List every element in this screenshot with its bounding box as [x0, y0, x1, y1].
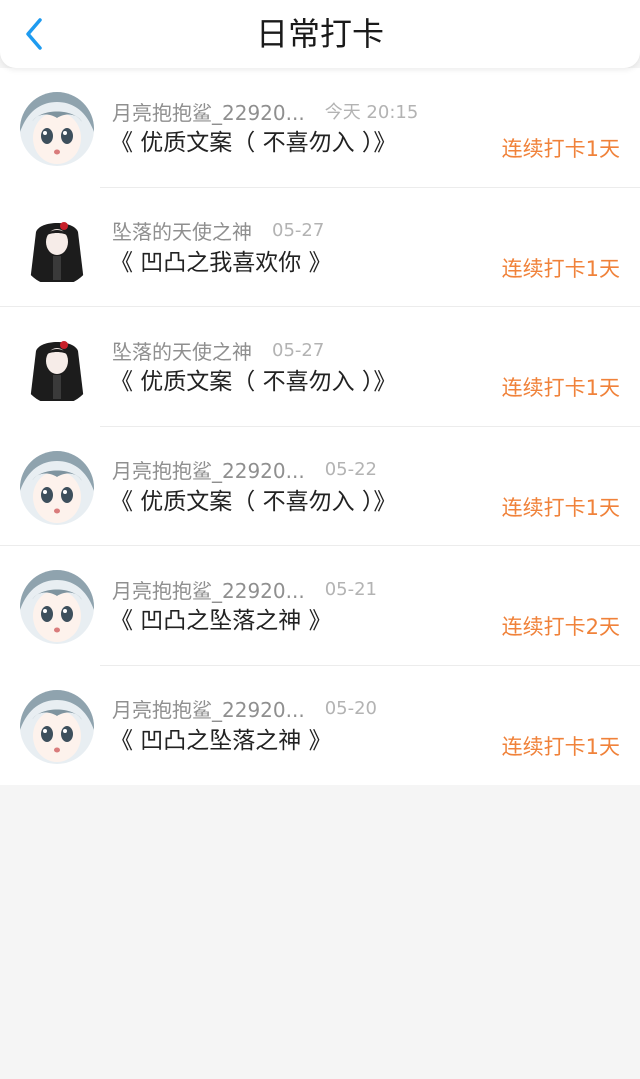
entry-meta: 月亮抱抱鲨_22920... 05-20 [112, 696, 377, 722]
anime-girl-blue-hair-avatar [20, 570, 94, 644]
post-title[interactable]: 《 凹凸之坠落之神 》 [110, 726, 332, 756]
anime-girl-blue-hair-avatar [20, 689, 94, 764]
timestamp: 05-21 [324, 578, 378, 600]
username[interactable]: 月亮抱抱鲨_22920... [112, 455, 305, 484]
avatar[interactable] [20, 450, 94, 525]
username[interactable]: 月亮抱抱鲨_22920... [112, 694, 305, 723]
timestamp: 05-20 [324, 698, 378, 719]
avatar[interactable] [20, 211, 94, 286]
list-item[interactable]: 月亮抱抱鲨_22920... 05-20 《 凹凸之坠落之神 》 连续打卡1天 [0, 666, 640, 786]
streak-label: 连续打卡1天 [501, 376, 620, 400]
page-title: 日常打卡 [255, 15, 384, 53]
entry-meta: 坠落的天使之神 05-27 [112, 218, 324, 244]
post-title[interactable]: 《 优质文案（ 不喜勿入 ）》 [110, 367, 396, 397]
entry-meta: 坠落的天使之神 05-27 [112, 336, 325, 365]
streak-label: 连续打卡1天 [501, 137, 620, 161]
anime-girl-black-hair-avatar [20, 211, 94, 286]
streak-label: 连续打卡1天 [501, 495, 620, 520]
streak-label: 连续打卡1天 [501, 256, 620, 281]
anime-girl-black-hair-avatar [20, 331, 94, 405]
post-title[interactable]: 《 凹凸之我喜欢你 》 [110, 248, 332, 278]
anime-girl-blue-hair-avatar [20, 92, 94, 166]
timestamp: 今天 20:15 [324, 102, 419, 123]
entry-meta: 月亮抱抱鲨_22920... 05-21 [112, 575, 378, 604]
checkin-list: 月亮抱抱鲨_22920... 今天 20:15 《 优质文案（ 不喜勿入 ）》 … [0, 68, 640, 785]
avatar[interactable] [20, 689, 94, 764]
entry-meta: 月亮抱抱鲨_22920... 今天 20:15 [112, 97, 419, 126]
streak-label: 连续打卡2天 [501, 615, 620, 639]
post-title[interactable]: 《 凹凸之坠落之神 》 [110, 606, 332, 636]
streak-label: 连续打卡1天 [501, 734, 620, 759]
anime-girl-blue-hair-avatar [20, 450, 94, 525]
entry-meta: 月亮抱抱鲨_22920... 05-22 [112, 457, 377, 483]
username[interactable]: 月亮抱抱鲨_22920... [112, 97, 305, 126]
list-item[interactable]: 月亮抱抱鲨_22920... 05-21 《 凹凸之坠落之神 》 连续打卡2天 [0, 546, 640, 666]
post-title[interactable]: 《 优质文案（ 不喜勿入 ）》 [110, 487, 396, 517]
username[interactable]: 坠落的天使之神 [112, 216, 252, 245]
username[interactable]: 月亮抱抱鲨_22920... [112, 575, 305, 604]
avatar[interactable] [20, 570, 94, 644]
list-item[interactable]: 月亮抱抱鲨_22920... 今天 20:15 《 优质文案（ 不喜勿入 ）》 … [0, 68, 640, 188]
avatar[interactable] [20, 92, 94, 166]
header-bar: 日常打卡 [0, 0, 640, 68]
post-title[interactable]: 《 优质文案（ 不喜勿入 ）》 [110, 128, 396, 158]
timestamp: 05-22 [324, 459, 378, 480]
list-item[interactable]: 坠落的天使之神 05-27 《 凹凸之我喜欢你 》 连续打卡1天 [0, 188, 640, 307]
list-item[interactable]: 坠落的天使之神 05-27 《 优质文案（ 不喜勿入 ）》 连续打卡1天 [0, 307, 640, 427]
timestamp: 05-27 [272, 220, 325, 241]
list-item[interactable]: 月亮抱抱鲨_22920... 05-22 《 优质文案（ 不喜勿入 ）》 连续打… [0, 427, 640, 546]
timestamp: 05-27 [272, 339, 325, 361]
username[interactable]: 坠落的天使之神 [112, 336, 252, 365]
avatar[interactable] [20, 331, 94, 405]
